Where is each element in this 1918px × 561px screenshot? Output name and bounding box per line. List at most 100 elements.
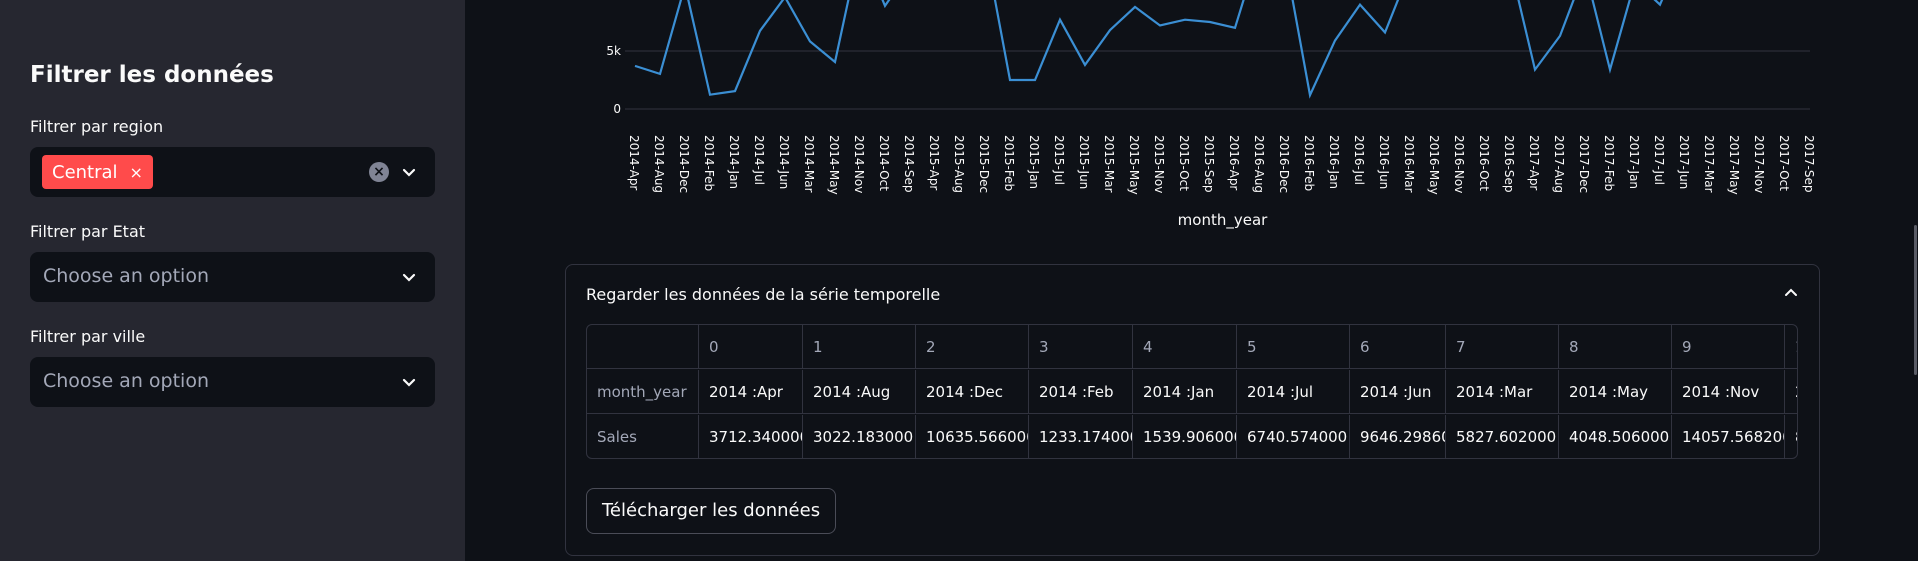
column-header[interactable]: 4 (1133, 325, 1237, 369)
x-tick-label: 2017-Jul (1652, 135, 1666, 185)
table-cell[interactable]: 5827.602000 (1446, 415, 1559, 458)
chevron-down-icon[interactable] (399, 162, 419, 182)
table-cell[interactable]: 89 (1785, 415, 1797, 458)
x-tick-label: 2014-Oct (877, 135, 891, 191)
table-cell[interactable]: 14057.568200 (1672, 415, 1785, 458)
table-cell[interactable]: 20 (1785, 370, 1797, 414)
region-tag: Central × (42, 155, 153, 189)
clear-all-icon[interactable]: × (369, 162, 389, 182)
x-tick-label: 2016-Jan (1327, 135, 1341, 189)
table-cell[interactable]: 10635.566000 (916, 415, 1029, 458)
x-tick-label: 2015-Feb (1002, 135, 1016, 191)
x-tick-label: 2016-May (1427, 135, 1441, 195)
table-row: Sales 3712.340000 3022.183000 10635.566000 1… (587, 415, 1797, 458)
x-tick-label: 2014-Jul (752, 135, 766, 185)
x-tick-label: 2014-Dec (677, 135, 691, 193)
remove-tag-icon[interactable]: × (130, 163, 143, 182)
table-cell[interactable]: 2014 :Dec (916, 370, 1029, 414)
sidebar: Filtrer les données Filtrer par region C… (0, 0, 465, 561)
sales-line-chart: 0 5k 2014-Apr 2014-Aug 2014-Dec 2014-Feb 2014-… (600, 0, 1830, 240)
x-tick-label: 2017-Dec (1577, 135, 1591, 193)
column-header[interactable]: 6 (1350, 325, 1446, 369)
x-tick-label: 2014-Mar (802, 135, 816, 193)
chevron-up-icon[interactable] (1783, 285, 1799, 301)
city-placeholder: Choose an option (43, 370, 209, 392)
x-tick-label: 2015-Sep (1202, 135, 1216, 193)
region-multiselect[interactable]: Central × × (30, 147, 435, 197)
x-tick-label: 2016-Jun (1377, 135, 1391, 189)
x-tick-label: 2016-Oct (1477, 135, 1491, 191)
table-cell[interactable]: 2014 :Jun (1350, 370, 1446, 414)
table-cell[interactable]: 2014 :Jul (1237, 370, 1350, 414)
x-tick-label: 2016-Sep (1502, 135, 1516, 193)
column-header[interactable]: 2 (916, 325, 1029, 369)
x-tick-label: 2014-Jun (777, 135, 791, 189)
x-tick-label: 2015-Jan (1027, 135, 1041, 189)
table-cell[interactable]: 3712.340000 (699, 415, 803, 458)
x-tick-label: 2016-Feb (1302, 135, 1316, 191)
x-tick-label: 2016-Aug (1252, 135, 1266, 193)
y-tick-label: 0 (613, 102, 621, 116)
page-scrollbar[interactable] (1914, 225, 1917, 375)
table-cell[interactable]: 3022.183000 (803, 415, 916, 458)
x-tick-label: 2015-Jul (1052, 135, 1066, 185)
column-header[interactable]: 0 (699, 325, 803, 369)
column-header[interactable]: 9 (1672, 325, 1785, 369)
region-filter-label: Filtrer par region (30, 117, 164, 136)
column-header[interactable]: 1 (803, 325, 916, 369)
row-index-cell: Sales (587, 415, 699, 458)
sidebar-title: Filtrer les données (30, 62, 274, 88)
x-tick-label: 2017-Apr (1527, 135, 1541, 190)
x-tick-label: 2015-Dec (977, 135, 991, 193)
x-tick-label: 2015-Jun (1077, 135, 1091, 189)
table-cell[interactable]: 1233.174000 (1029, 415, 1133, 458)
column-header[interactable]: 8 (1559, 325, 1672, 369)
x-tick-label: 2014-Nov (852, 135, 866, 193)
table-cell[interactable]: 2014 :Jan (1133, 370, 1237, 414)
table-cell[interactable]: 2014 :Mar (1446, 370, 1559, 414)
x-tick-label: 2016-Jul (1352, 135, 1366, 185)
x-tick-label: 2017-Jan (1627, 135, 1641, 189)
x-tick-label: 2016-Dec (1277, 135, 1291, 193)
x-tick-label: 2016-Apr (1227, 135, 1241, 190)
download-button[interactable]: Télécharger les données (586, 488, 837, 534)
table-cell[interactable]: 2014 :Nov (1672, 370, 1785, 414)
expander-title[interactable]: Regarder les données de la série tempore… (586, 285, 940, 304)
x-tick-label: 2017-Jun (1677, 135, 1691, 189)
x-tick-label: 2017-Aug (1552, 135, 1566, 193)
table-cell[interactable]: 2014 :Feb (1029, 370, 1133, 414)
chevron-down-icon[interactable] (399, 267, 419, 287)
column-header[interactable]: 3 (1029, 325, 1133, 369)
table-cell[interactable]: 1539.906000 (1133, 415, 1237, 458)
x-tick-label: 2017-Nov (1752, 135, 1766, 193)
state-select[interactable]: Choose an option (30, 252, 435, 302)
data-table[interactable]: 012345678910month_year2014 :Apr2014 :Aug… (586, 324, 1798, 459)
table-cell[interactable]: 2014 :Aug (803, 370, 916, 414)
x-tick-label: 2014-Feb (702, 135, 716, 191)
table-cell[interactable]: 2014 :Apr (699, 370, 803, 414)
table-cell[interactable]: 4048.506000 (1559, 415, 1672, 458)
x-tick-label: 2015-May (1127, 135, 1141, 195)
x-tick-label: 2014-Apr (627, 135, 641, 190)
x-tick-label: 2015-Oct (1177, 135, 1191, 191)
x-tick-label: 2016-Nov (1452, 135, 1466, 193)
column-header[interactable]: 5 (1237, 325, 1350, 369)
x-tick-label: 2017-May (1727, 135, 1741, 195)
table-cell[interactable]: 6740.574000 (1237, 415, 1350, 458)
table-row: month_year 2014 :Apr 2014 :Aug 2014 :Dec 201… (587, 370, 1797, 414)
x-tick-label: 2015-Aug (952, 135, 966, 193)
city-select[interactable]: Choose an option (30, 357, 435, 407)
region-tag-label: Central (52, 161, 118, 183)
x-axis-label: month_year (1178, 211, 1268, 230)
x-tick-label: 2014-Sep (902, 135, 916, 193)
x-tick-label: 2015-Mar (1102, 135, 1116, 193)
column-header[interactable]: 10 (1785, 325, 1797, 369)
column-header[interactable]: 7 (1446, 325, 1559, 369)
row-index-cell: month_year (587, 370, 699, 414)
table-cell[interactable]: 9646.298600 (1350, 415, 1446, 458)
chevron-down-icon[interactable] (399, 372, 419, 392)
table-cell[interactable]: 2014 :May (1559, 370, 1672, 414)
state-filter-label: Filtrer par Etat (30, 222, 146, 241)
sales-series-line (634, 0, 1664, 99)
y-tick-label: 5k (606, 44, 621, 58)
